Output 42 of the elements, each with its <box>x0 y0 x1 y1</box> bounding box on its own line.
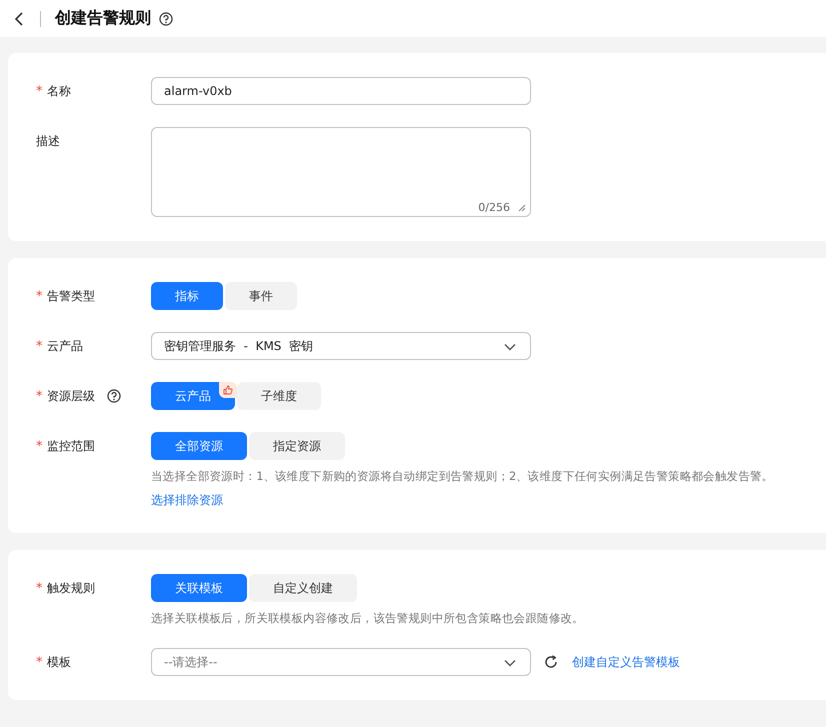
help-icon[interactable] <box>159 12 173 26</box>
description-field[interactable]: 0/256 <box>151 127 531 217</box>
required-mark: * <box>36 288 44 304</box>
select-field[interactable]: --请选择-- <box>151 648 531 676</box>
segment-option[interactable]: 事件 <box>225 282 297 310</box>
field-label: 触发规则 <box>47 580 95 596</box>
segment-option[interactable]: 子维度 <box>237 382 321 410</box>
field-label: 监控范围 <box>47 438 95 454</box>
required-mark: * <box>36 580 44 596</box>
select-placeholder: --请选择-- <box>164 654 218 670</box>
hint-text: 选择关联模板后，所关联模板内容修改后，该告警规则中所包含策略也会跟随修改。 <box>151 611 584 626</box>
exclude-resources-link[interactable]: 选择排除资源 <box>151 492 223 509</box>
required-mark: * <box>36 388 44 404</box>
select-field[interactable]: 密钥管理服务 - KMS 密钥 <box>151 332 531 360</box>
name-input[interactable]: alarm-v0xb <box>151 77 531 105</box>
refresh-icon[interactable] <box>544 655 558 669</box>
chevron-down-icon <box>504 343 516 351</box>
page-title: 创建告警规则 <box>55 8 151 29</box>
chevron-down-icon <box>504 659 516 667</box>
required-mark: * <box>36 84 44 98</box>
field-label: 描述 <box>36 133 60 150</box>
required-mark: * <box>36 654 44 670</box>
select-value: 密钥管理服务 - KMS 密钥 <box>164 338 314 354</box>
resize-icon <box>518 204 526 212</box>
segment-option[interactable]: 云产品 <box>151 382 235 410</box>
segment-option[interactable]: 指定资源 <box>249 432 345 460</box>
field-label: 资源层级 <box>47 388 95 404</box>
required-mark: * <box>36 438 44 454</box>
segment-option[interactable]: 指标 <box>151 282 223 310</box>
field-label: 云产品 <box>47 338 83 354</box>
required-mark: * <box>36 338 44 354</box>
segment-option[interactable]: 自定义创建 <box>249 574 357 602</box>
field-label: 模板 <box>47 654 71 670</box>
segment-option[interactable]: 全部资源 <box>151 432 247 460</box>
char-counter: 0/256 <box>478 201 510 214</box>
field-label: 名称 <box>47 82 71 100</box>
create-template-link[interactable]: 创建自定义告警模板 <box>572 654 680 670</box>
help-icon[interactable] <box>107 389 121 403</box>
field-label: 告警类型 <box>47 288 95 304</box>
back-icon[interactable] <box>14 12 24 26</box>
hint-text: 当选择全部资源时：1、该维度下新购的资源将自动绑定到告警规则；2、该维度下任何实例满足告警策略都会触发告警。 <box>151 469 774 484</box>
segment-option[interactable]: 关联模板 <box>151 574 247 602</box>
